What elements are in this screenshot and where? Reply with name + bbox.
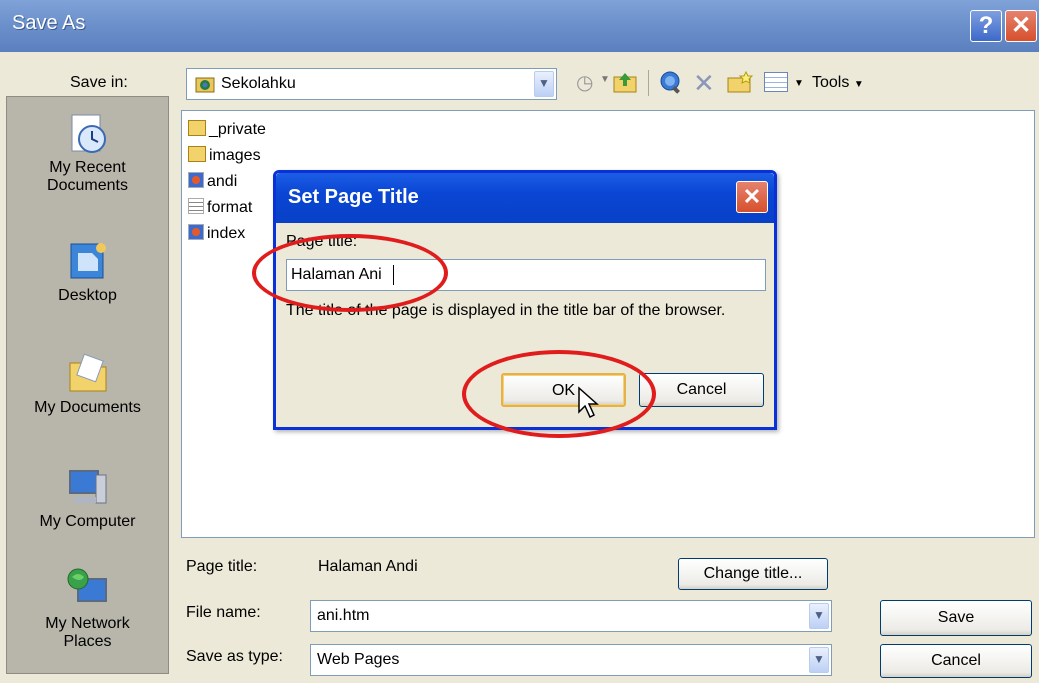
save-in-label: Save in:	[70, 74, 128, 91]
help-button[interactable]: ?	[970, 10, 1002, 42]
change-title-button[interactable]: Change title...	[678, 558, 828, 590]
place-my-recent-documents[interactable]: My Recent Documents	[7, 111, 168, 195]
save-in-value: Sekolahku	[221, 75, 296, 92]
change-title-label: Change title...	[703, 565, 803, 582]
file-name-input[interactable]: ani.htm ▼	[310, 600, 832, 632]
page-title-input-value: Halaman Ani	[291, 266, 382, 283]
list-item[interactable]: images	[188, 143, 261, 169]
views-dropdown-icon[interactable]: ▼	[794, 78, 804, 89]
page-title-input[interactable]: Halaman Ani	[286, 259, 766, 291]
sekolahku-folder-icon	[195, 75, 215, 93]
text-file-icon	[188, 198, 204, 214]
save-in-dropdown-arrow[interactable]: ▼	[534, 71, 554, 97]
close-button[interactable]: ✕	[1005, 10, 1037, 42]
list-item[interactable]: _private	[188, 117, 266, 143]
list-item[interactable]: andi	[188, 169, 237, 195]
views-icon[interactable]	[764, 72, 788, 92]
file-name-label: File name:	[186, 604, 261, 621]
page-title-label: Page title:	[186, 558, 258, 575]
file-name-value: ani.htm	[317, 607, 370, 624]
place-label: My Recent	[49, 159, 126, 176]
save-as-type-label: Save as type:	[186, 648, 283, 665]
dialog-title-bar[interactable]: Set Page Title ✕	[276, 173, 774, 223]
back-dropdown-icon[interactable]: ▼	[600, 74, 610, 100]
file-name: _private	[209, 121, 266, 138]
title-bar[interactable]: Save As ? ✕	[0, 0, 1039, 52]
file-name: images	[209, 147, 261, 164]
file-name: andi	[207, 173, 238, 190]
dialog-field-label: Page title:	[286, 233, 358, 250]
place-label: My Documents	[34, 399, 141, 416]
save-label: Save	[937, 609, 975, 626]
place-label: Desktop	[58, 287, 117, 304]
dialog-help-text: The title of the page is displayed in th…	[286, 302, 726, 319]
place-label: Places	[63, 633, 112, 650]
save-as-type-value: Web Pages	[317, 651, 400, 668]
dialog-close-button[interactable]: ✕	[736, 181, 768, 213]
window-title: Save As	[12, 12, 86, 34]
place-label: My Network	[45, 615, 130, 632]
cancel-label: Cancel	[931, 652, 981, 669]
dialog-cancel-button[interactable]: Cancel	[639, 373, 764, 407]
list-item[interactable]: format	[188, 195, 252, 221]
place-label: My Computer	[39, 513, 136, 530]
places-bar: My Recent Documents Desktop My Documents…	[6, 96, 169, 674]
save-in-combo[interactable]: Sekolahku ▼	[186, 68, 557, 100]
file-name: index	[207, 225, 246, 242]
tools-menu[interactable]: Tools ▼	[812, 74, 864, 92]
save-as-type-dropdown-arrow[interactable]: ▼	[809, 647, 829, 673]
delete-icon[interactable]: ✕	[693, 68, 715, 99]
tools-label: Tools	[812, 74, 850, 91]
web-page-icon	[188, 172, 204, 188]
folder-icon	[188, 120, 206, 136]
toolbar-separator	[648, 70, 649, 96]
back-icon[interactable]: ◷	[576, 70, 593, 96]
file-name: format	[207, 199, 253, 216]
save-button[interactable]: Save	[880, 600, 1032, 636]
network-places-icon	[66, 567, 110, 611]
place-my-documents[interactable]: My Documents	[7, 351, 168, 417]
place-label: Documents	[47, 177, 128, 194]
search-web-icon[interactable]	[658, 70, 684, 94]
mouse-pointer-icon	[577, 386, 601, 420]
dialog-title: Set Page Title	[288, 186, 419, 208]
save-as-window: Save As ? ✕ Save in: Sekolahku ▼ ◷ ▼ ✕ ▼…	[0, 0, 1039, 683]
folder-icon	[188, 146, 206, 162]
web-page-icon	[188, 224, 204, 240]
ok-button[interactable]: OK	[501, 373, 626, 407]
tools-dropdown-icon: ▼	[853, 79, 864, 90]
new-folder-icon[interactable]	[726, 70, 754, 94]
list-item[interactable]: index	[188, 221, 245, 247]
recent-documents-icon	[66, 111, 110, 155]
cancel-button[interactable]: Cancel	[880, 644, 1032, 678]
place-my-computer[interactable]: My Computer	[7, 465, 168, 531]
ok-label: OK	[551, 382, 576, 399]
place-desktop[interactable]: Desktop	[7, 239, 168, 305]
desktop-icon	[66, 239, 110, 283]
save-as-type-select[interactable]: Web Pages ▼	[310, 644, 832, 676]
dialog-cancel-label: Cancel	[676, 381, 727, 398]
up-folder-icon[interactable]	[612, 70, 638, 94]
set-page-title-dialog: Set Page Title ✕ Page title: Halaman Ani…	[273, 170, 777, 430]
page-title-value: Halaman Andi	[318, 558, 418, 575]
my-documents-icon	[66, 351, 110, 395]
file-name-dropdown-arrow[interactable]: ▼	[809, 603, 829, 629]
text-cursor	[393, 265, 394, 285]
my-computer-icon	[66, 465, 110, 509]
place-my-network-places[interactable]: My Network Places	[7, 567, 168, 651]
